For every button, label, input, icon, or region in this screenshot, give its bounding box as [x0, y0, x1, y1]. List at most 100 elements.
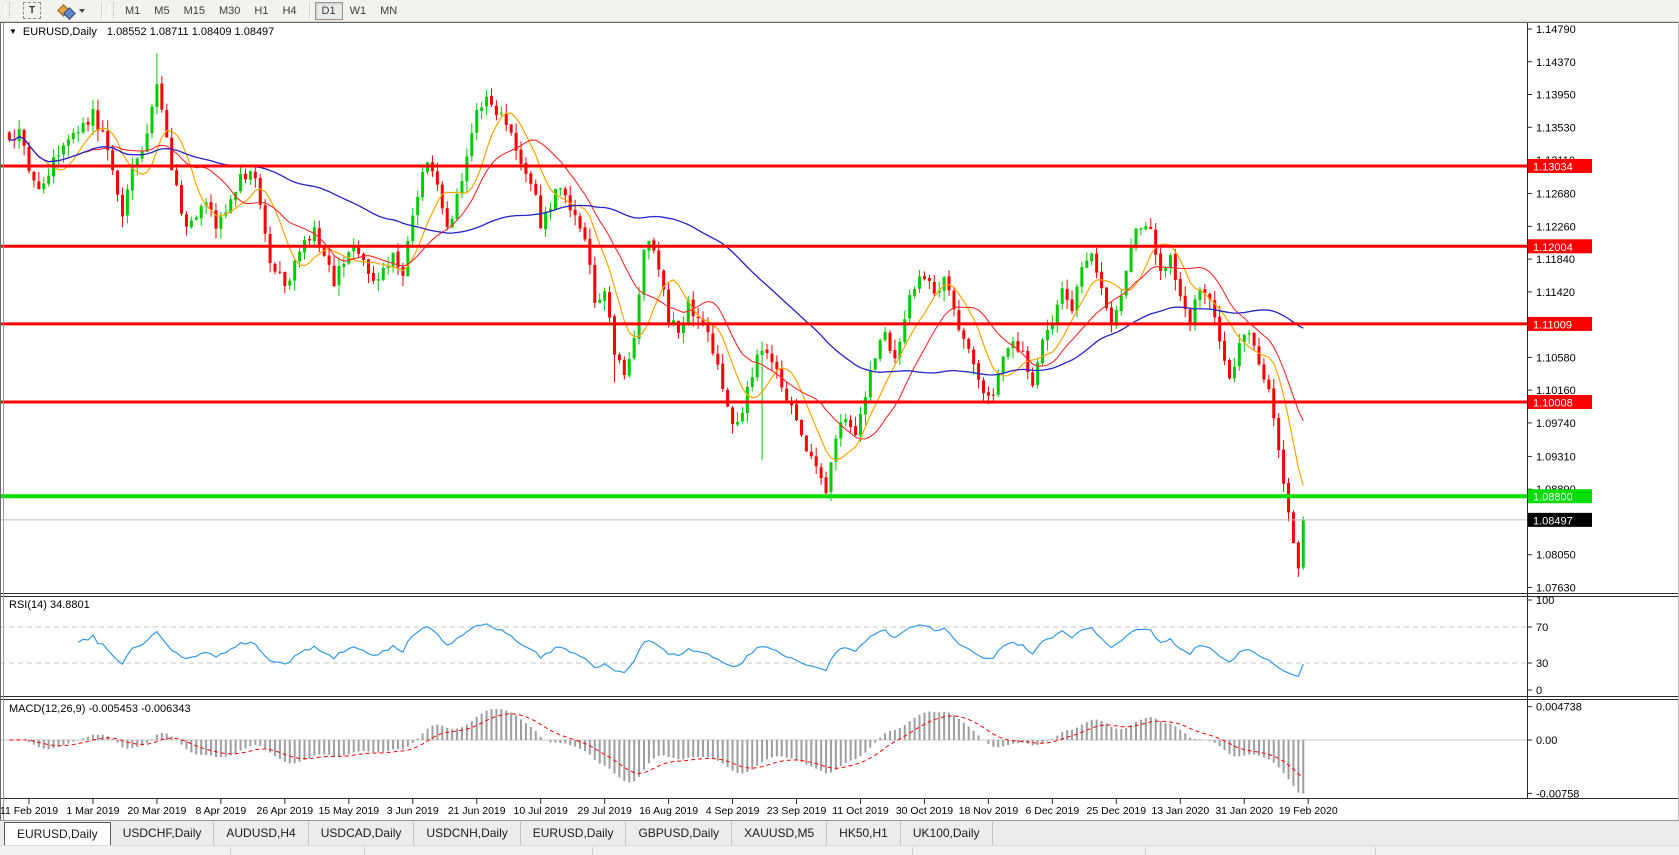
level-price-badge: 1.10008 [1528, 395, 1592, 410]
date-tick-label: 15 May 2019 [318, 805, 379, 817]
styler-icon [59, 3, 74, 18]
macd-tick-label: -0.00758 [1536, 788, 1579, 800]
macd-indicator-label: MACD(12,26,9) -0.005453 -0.006343 [9, 703, 191, 715]
timeframe-button-m15[interactable]: M15 [177, 2, 212, 20]
ma-mid-red [9, 137, 1303, 440]
macd-signal-line [9, 714, 1303, 778]
date-tick-label: 29 Jul 2019 [577, 805, 631, 817]
date-tick-label: 8 Apr 2019 [195, 805, 246, 817]
styler-tool-button[interactable] [50, 2, 96, 20]
rsi-tick-label: 30 [1536, 658, 1548, 670]
rsi-tick-label: 0 [1536, 685, 1542, 697]
price-tick-label: 1.14370 [1536, 57, 1576, 69]
timeframe-button-m1[interactable]: M1 [118, 2, 147, 20]
macd-histogram [9, 709, 1303, 794]
date-tick-label: 25 Dec 2019 [1087, 805, 1147, 817]
date-tick-label: 16 Aug 2019 [639, 805, 698, 817]
chevron-down-icon [79, 9, 85, 13]
date-tick-label: 11 Oct 2019 [832, 805, 889, 817]
price-tick-label: 1.09740 [1536, 418, 1576, 430]
date-tick-label: 31 Jan 2020 [1215, 805, 1273, 817]
timeframe-button-h4[interactable]: H4 [275, 2, 303, 20]
chart-tab-2[interactable]: AUDUSD,H4 [214, 821, 308, 845]
chart-tab-6[interactable]: GBPUSD,Daily [626, 821, 732, 845]
toolbar-grip [109, 3, 114, 18]
timeframe-button-d1[interactable]: D1 [315, 2, 343, 20]
level-price-badge: 1.08800 [1528, 489, 1592, 504]
timeframe-button-mn[interactable]: MN [373, 2, 404, 20]
timeframe-button-w1[interactable]: W1 [343, 2, 374, 20]
date-tick-label: 13 Jan 2020 [1151, 805, 1209, 817]
price-tick-label: 1.14790 [1536, 24, 1576, 36]
ma-slow-blue [9, 137, 1303, 376]
date-tick-label: 6 Dec 2019 [1026, 805, 1080, 817]
status-divider [912, 847, 913, 855]
chart-tab-bar: EURUSD,DailyUSDCHF,DailyAUDUSD,H4USDCAD,… [0, 820, 1679, 853]
collapse-triangle-icon[interactable]: ▼ [9, 27, 17, 36]
status-divider [1145, 847, 1146, 855]
macd-tick-label: 0.004738 [1536, 702, 1582, 714]
price-tick-label: 1.08050 [1536, 550, 1576, 562]
chart-tab-5[interactable]: EURUSD,Daily [521, 821, 627, 845]
current-price-badge: 1.08497 [1528, 513, 1592, 528]
chart-title: ▼ EURUSD,Daily 1.08552 1.08711 1.08409 1… [9, 26, 274, 38]
toolbar-separator [309, 2, 310, 19]
chart-canvas[interactable]: 1.147901.143701.139501.135301.131101.126… [0, 22, 1679, 853]
status-divider [1375, 847, 1376, 855]
date-tick-label: 30 Oct 2019 [896, 805, 953, 817]
date-tick-label: 10 Jul 2019 [514, 805, 568, 817]
chart-symbol-label: EURUSD,Daily [23, 26, 97, 38]
level-price-badge: 1.12004 [1528, 239, 1592, 254]
svg-text:1.10008: 1.10008 [1533, 397, 1573, 409]
macd-tick-label: 0.00 [1536, 735, 1557, 747]
text-label-tool-button[interactable]: T [14, 2, 50, 20]
rsi-indicator-label: RSI(14) 34.8801 [9, 599, 90, 611]
date-tick-label: 4 Sep 2019 [706, 805, 760, 817]
chart-tab-4[interactable]: USDCNH,Daily [414, 821, 520, 845]
rsi-tick-label: 70 [1536, 622, 1548, 634]
timeframe-button-m5[interactable]: M5 [147, 2, 176, 20]
date-tick-label: 21 Jun 2019 [448, 805, 506, 817]
rsi-line [78, 624, 1303, 676]
chart-tab-8[interactable]: HK50,H1 [827, 821, 901, 845]
top-toolbar: T M1M5M15M30H1H4 D1W1MN [0, 0, 1679, 22]
chart-tab-9[interactable]: UK100,Daily [901, 821, 993, 845]
toolbar-grip [5, 3, 10, 18]
candlesticks [8, 53, 1305, 577]
text-tool-icon: T [23, 2, 41, 19]
svg-text:1.08497: 1.08497 [1533, 515, 1573, 527]
chart-tab-1[interactable]: USDCHF,Daily [111, 821, 215, 845]
date-tick-label: 23 Sep 2019 [767, 805, 827, 817]
date-tick-label: 19 Feb 2020 [1279, 805, 1338, 817]
price-tick-label: 1.13950 [1536, 90, 1576, 102]
svg-text:1.11009: 1.11009 [1533, 319, 1572, 331]
chart-tab-3[interactable]: USDCAD,Daily [309, 821, 415, 845]
svg-text:1.12004: 1.12004 [1533, 242, 1573, 254]
toolbar-separator [101, 2, 102, 19]
status-divider [592, 847, 593, 855]
chart-window: 1.147901.143701.139501.135301.131101.126… [0, 22, 1679, 853]
timeframe-button-h1[interactable]: H1 [247, 2, 275, 20]
price-tick-label: 1.13530 [1536, 122, 1576, 134]
price-tick-label: 1.12680 [1536, 189, 1576, 201]
level-price-badge: 1.13034 [1528, 159, 1592, 174]
svg-text:1.13034: 1.13034 [1533, 161, 1573, 173]
date-tick-label: 1 Mar 2019 [66, 805, 119, 817]
date-tick-label: 20 Mar 2019 [127, 805, 186, 817]
rsi-tick-label: 100 [1536, 595, 1554, 607]
svg-text:1.08800: 1.08800 [1533, 492, 1573, 504]
chart-tab-7[interactable]: XAUUSD,M5 [732, 821, 827, 845]
price-tick-label: 1.10580 [1536, 352, 1576, 364]
price-tick-label: 1.09310 [1536, 451, 1576, 463]
date-tick-label: 18 Nov 2019 [959, 805, 1019, 817]
timeframe-button-m30[interactable]: M30 [212, 2, 247, 20]
price-tick-label: 1.11420 [1536, 287, 1575, 299]
price-tick-label: 1.07630 [1536, 582, 1576, 594]
price-tick-label: 1.11840 [1536, 254, 1575, 266]
chart-tab-0[interactable]: EURUSD,Daily [4, 822, 111, 845]
status-divider [364, 847, 365, 855]
chart-ohlc-values: 1.08552 1.08711 1.08409 1.08497 [107, 26, 274, 38]
status-bar [0, 845, 1679, 855]
date-tick-label: 3 Jun 2019 [387, 805, 439, 817]
date-tick-label: 26 Apr 2019 [257, 805, 314, 817]
